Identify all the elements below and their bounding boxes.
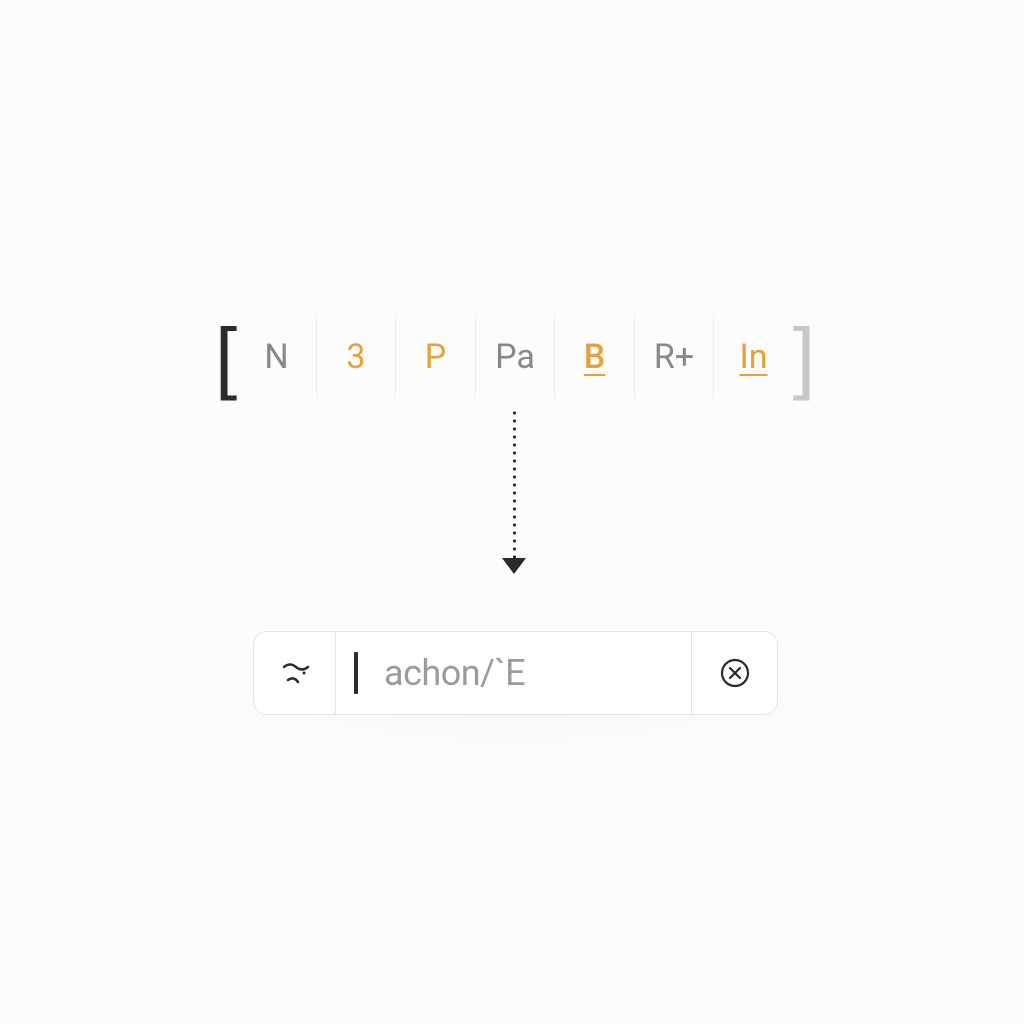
tool-button-3[interactable]: 3 [317, 315, 397, 399]
bracket-right-icon: ] [793, 317, 815, 397]
input-value: achon/`E [384, 652, 525, 694]
tool-label: Pa [495, 337, 535, 377]
tool-label: In [739, 337, 767, 377]
input-container: achon/`E [253, 631, 778, 715]
tool-label: R+ [654, 337, 694, 377]
flow-arrow-icon [506, 410, 522, 585]
input-mode-button[interactable] [254, 632, 336, 714]
toolbar: N 3 P Pa B R+ In [237, 315, 793, 399]
tool-button-n[interactable]: N [237, 315, 317, 399]
text-cursor-icon [354, 652, 358, 694]
bracket-left-icon: [ [215, 317, 237, 397]
tool-label: N [264, 337, 288, 377]
tool-button-in[interactable]: In [714, 315, 793, 399]
input-field[interactable]: achon/`E [336, 632, 691, 714]
tool-label: B [584, 337, 605, 377]
close-circle-icon [720, 658, 750, 688]
tool-label: P [425, 337, 446, 377]
tool-button-p[interactable]: P [396, 315, 476, 399]
toolbar-container: [ N 3 P Pa B R+ In ] [215, 315, 815, 399]
tool-button-pa[interactable]: Pa [476, 315, 556, 399]
tool-label: 3 [346, 337, 365, 377]
tool-button-r-plus[interactable]: R+ [635, 315, 715, 399]
tool-button-b[interactable]: B [555, 315, 635, 399]
mode-glyph-icon [278, 656, 312, 690]
clear-button[interactable] [691, 632, 777, 714]
